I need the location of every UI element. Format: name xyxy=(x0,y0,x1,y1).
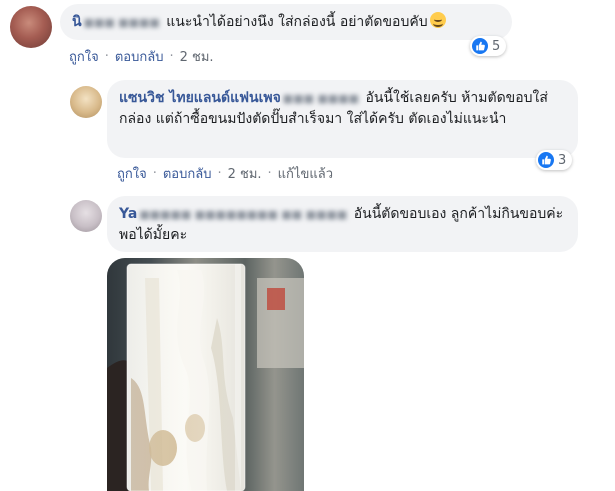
reply-link[interactable]: ตอบกลับ xyxy=(115,46,164,67)
separator-dot: · xyxy=(217,166,222,181)
like-link[interactable]: ถูกใจ xyxy=(69,46,99,67)
separator-dot: · xyxy=(152,166,157,181)
comment-actions: ถูกใจ · ตอบกลับ · 2 ชม. xyxy=(69,46,214,67)
comment-text: แนะนำได้อย่างนึง ใส่กล่องนี้ อย่าตัดขอบค… xyxy=(166,14,428,30)
separator-dot: · xyxy=(104,49,109,64)
comment-bubble: แซนวิช ไทยแลนด์แฟนเพจ ■■■ ■■■■ อันนี้ใช้เ… xyxy=(107,80,578,158)
comment-author[interactable]: แซนวิช ไทยแลนด์แฟนเพจ xyxy=(119,90,281,106)
reply-link[interactable]: ตอบกลับ xyxy=(163,163,212,184)
comment-author[interactable]: นิ xyxy=(72,14,82,30)
comment-bubble: Ya ■■■■■ ■■■■■■■■ ■■ ■■■■ อันนี้ตัดขอบเอง… xyxy=(107,196,578,252)
separator-dot: · xyxy=(169,49,174,64)
reaction-summary[interactable]: 3 xyxy=(536,150,573,170)
like-link[interactable]: ถูกใจ xyxy=(117,163,147,184)
sandwich-photo-illustration xyxy=(107,258,304,491)
like-icon xyxy=(472,38,488,54)
commenter-avatar[interactable] xyxy=(70,86,102,118)
reaction-summary[interactable]: 5 xyxy=(470,36,507,56)
like-icon xyxy=(538,152,554,168)
separator-dot: · xyxy=(267,166,272,181)
reaction-count: 5 xyxy=(492,38,501,54)
comment-bubble: นิ ■■■ ■■■■ แนะนำได้อย่างนึง ใส่กล่องนี้ … xyxy=(60,4,512,40)
edited-label[interactable]: แก้ไขแล้ว xyxy=(278,163,333,184)
comment-actions: ถูกใจ · ตอบกลับ · 2 ชม. · แก้ไขแล้ว xyxy=(117,163,333,184)
comment-author[interactable]: Ya xyxy=(119,206,137,222)
blurred-author-name: ■■■■■ ■■■■■■■■ ■■ ■■■■ xyxy=(139,208,348,221)
comment-timestamp[interactable]: 2 ชม. xyxy=(180,46,214,67)
commenter-avatar[interactable] xyxy=(10,6,52,48)
comment-timestamp[interactable]: 2 ชม. xyxy=(228,163,262,184)
reaction-count: 3 xyxy=(558,152,567,168)
sandwich-photo[interactable] xyxy=(107,258,304,491)
blurred-author-name: ■■■ ■■■■ xyxy=(282,92,360,105)
smiling-face-icon xyxy=(429,12,446,28)
blurred-author-name: ■■■ ■■■■ xyxy=(83,16,160,29)
commenter-avatar[interactable] xyxy=(70,200,102,232)
